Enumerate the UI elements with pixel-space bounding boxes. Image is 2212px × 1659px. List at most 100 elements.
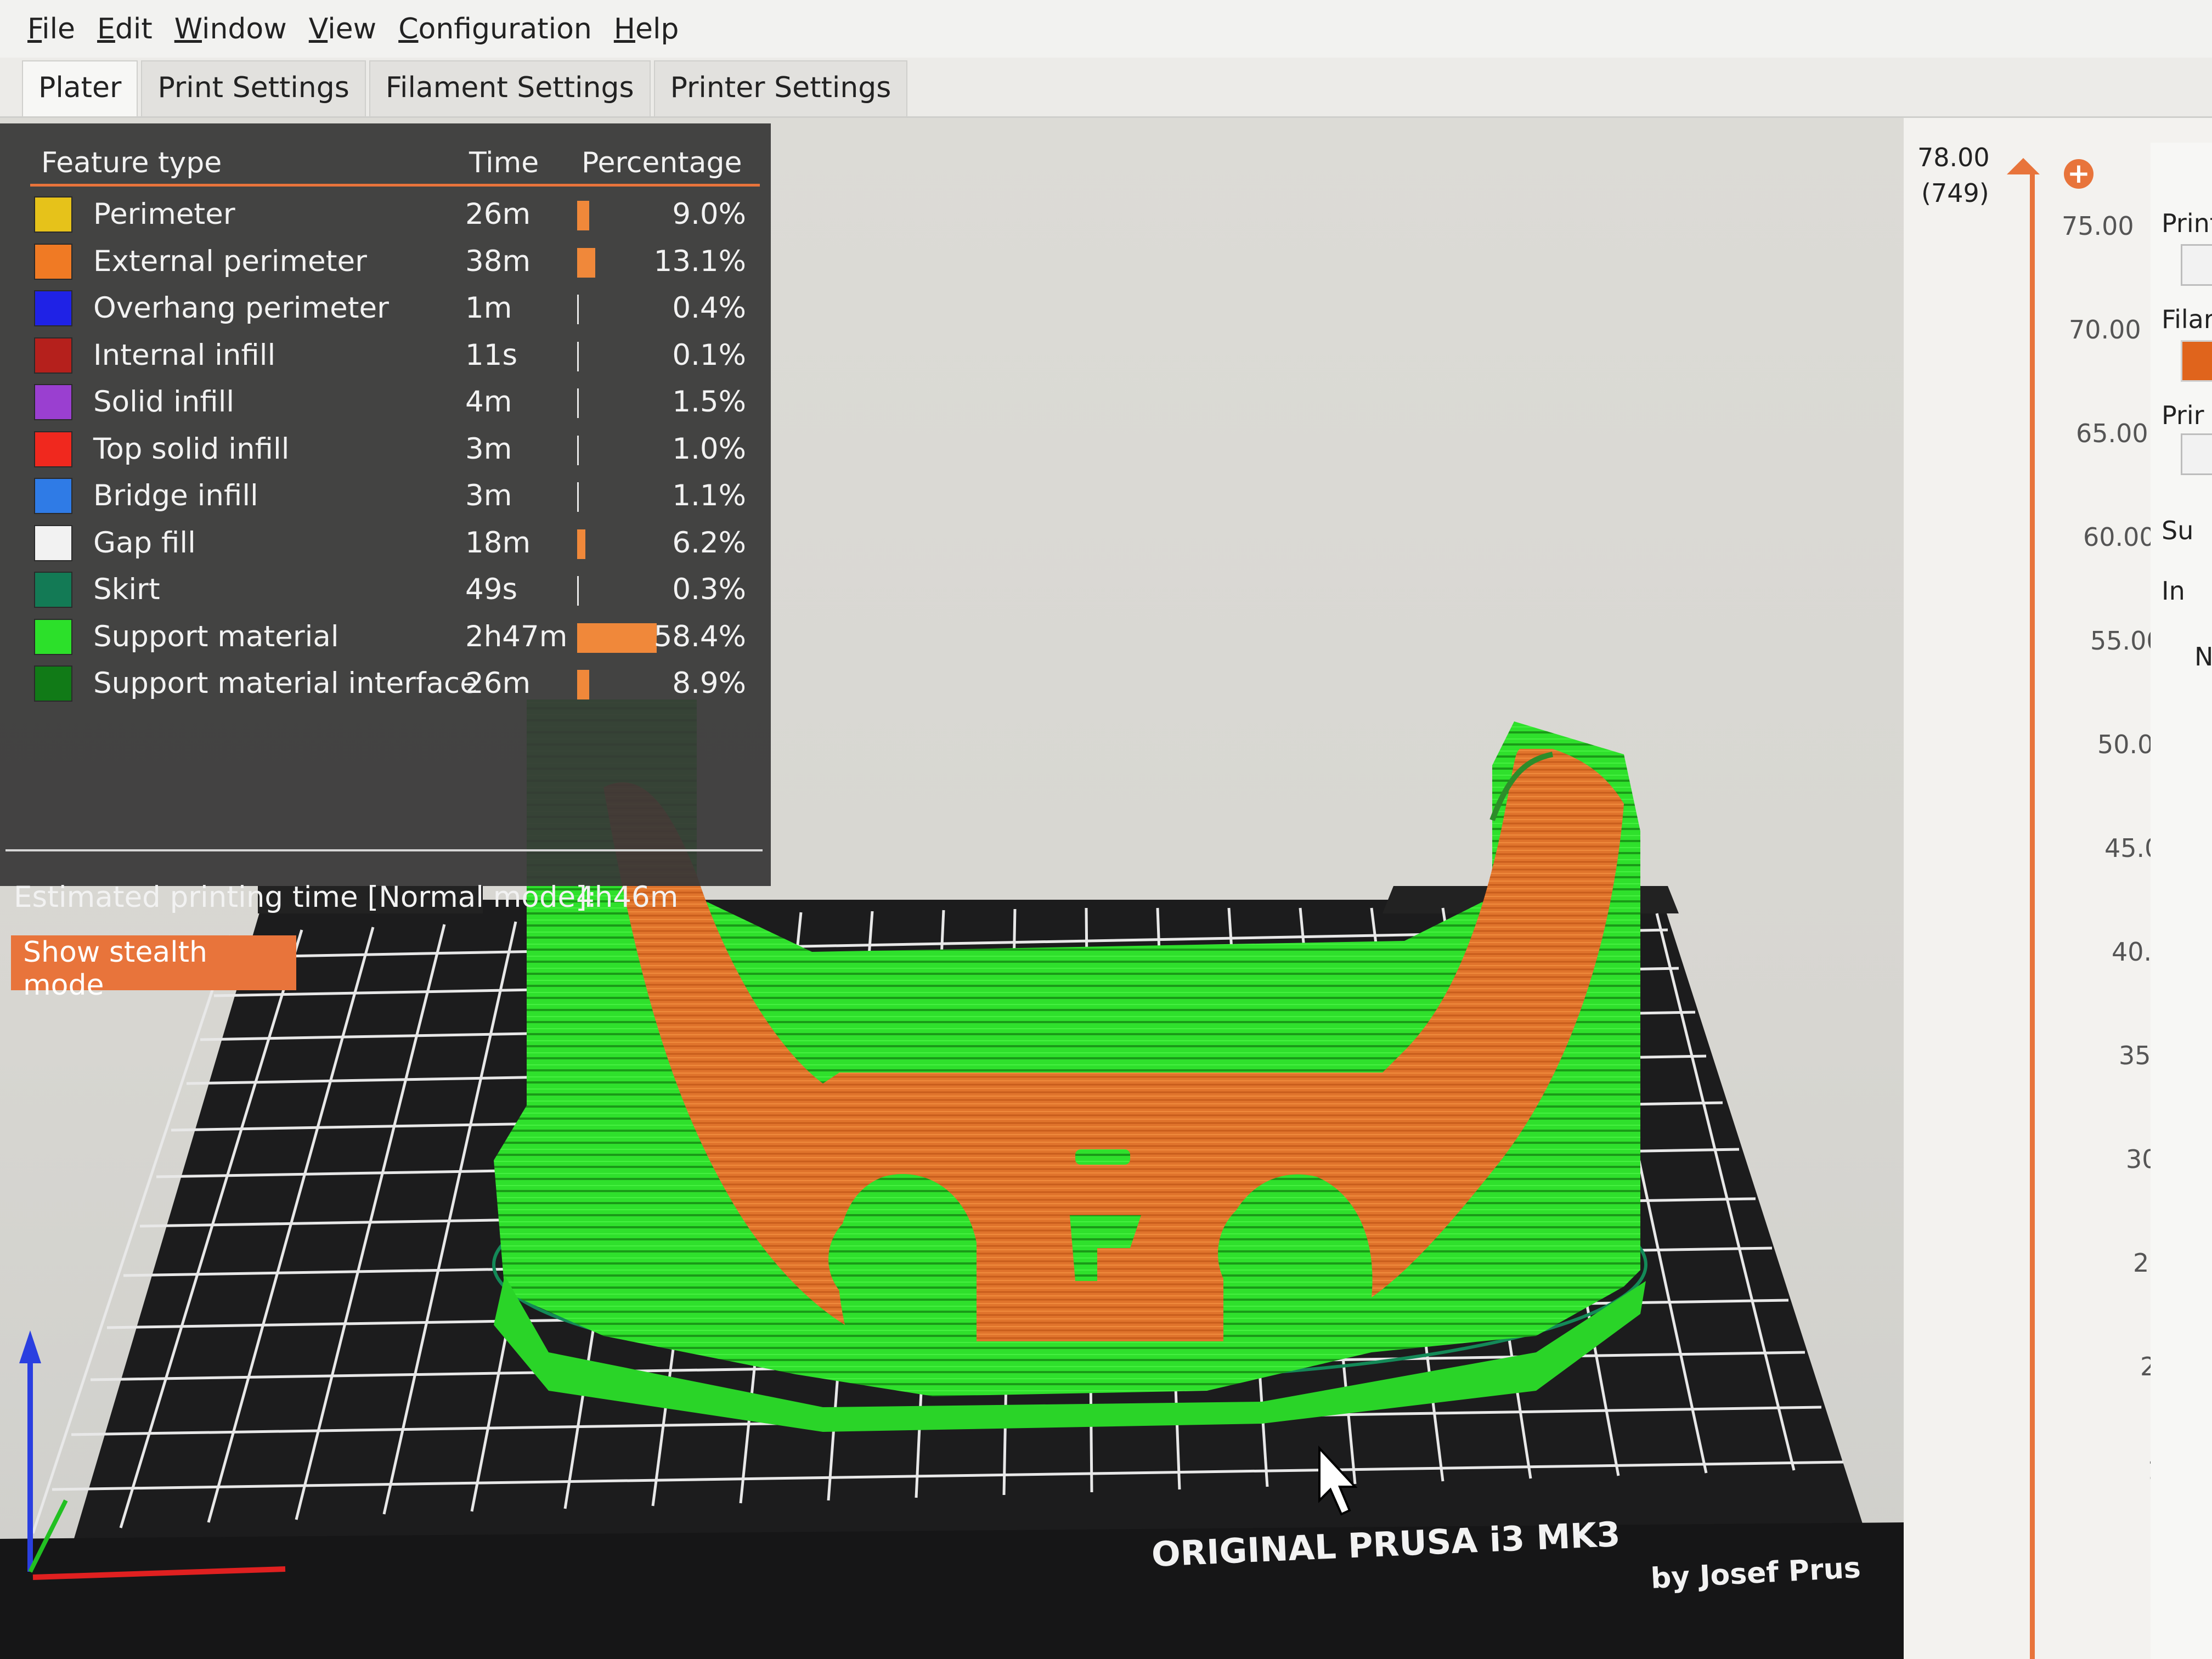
legend-percentage-bar [577, 482, 579, 512]
legend-feature-label: External perimeter [93, 244, 367, 278]
z-axis-arrowhead [19, 1330, 41, 1363]
legend-percentage-bar [577, 670, 589, 699]
legend-time-value: 2h47m [465, 619, 568, 653]
legend-row[interactable]: Support material 2h47m 58.4% [0, 614, 771, 661]
legend-row[interactable]: Solid infill 4m 1.5% [0, 380, 771, 426]
legend-time-value: 18m [465, 526, 531, 560]
legend-percentage-bar [577, 388, 579, 418]
layer-slider-thumb[interactable] [2007, 158, 2040, 174]
legend-percentage-value: 13.1% [653, 244, 746, 278]
legend-feature-label: Support material interface [93, 667, 478, 700]
menu-view[interactable]: View [309, 13, 376, 46]
legend-header-time: Time [469, 146, 539, 179]
layer-tick-label: 60.00 [2083, 522, 2155, 552]
right-sidebar: Print Filar Prir Su In N [2151, 143, 2212, 1659]
legend-color-swatch [34, 290, 72, 326]
legend-percentage-bar [577, 576, 579, 606]
tab-bar: Plater Print Settings Filament Settings … [0, 58, 2212, 118]
layer-top-height: 78.00 [1917, 143, 1990, 172]
legend-percentage-bar [577, 341, 579, 371]
estimated-time-value: 4h46m [576, 881, 679, 914]
tab-printer-settings[interactable]: Printer Settings [653, 60, 908, 116]
legend-percentage-bar [577, 623, 657, 653]
layer-slider-track[interactable] [2030, 170, 2035, 1659]
legend-color-swatch [34, 243, 72, 280]
legend-time-value: 3m [465, 432, 512, 466]
sidebar-printer-box[interactable] [2181, 433, 2212, 475]
legend-row[interactable]: Gap fill 18m 6.2% [0, 521, 771, 567]
legend-percentage-bar [577, 247, 595, 278]
legend-time-value: 3m [465, 479, 512, 512]
feature-type-legend: Feature type Time Percentage Perimeter 26… [0, 123, 771, 1002]
legend-color-swatch [34, 665, 72, 702]
legend-feature-label: Gap fill [93, 526, 196, 560]
legend-time-value: 1m [465, 291, 512, 325]
legend-percentage-bar [577, 295, 579, 324]
legend-feature-label: Perimeter [93, 198, 235, 231]
legend-color-swatch [34, 524, 72, 561]
legend-feature-label: Support material [93, 619, 339, 653]
legend-feature-label: Solid infill [93, 385, 235, 419]
legend-percentage-value: 8.9% [672, 667, 746, 700]
legend-header-feature: Feature type [41, 146, 222, 179]
legend-percentage-bar [577, 435, 579, 465]
show-stealth-mode-button[interactable]: Show stealth mode [11, 935, 296, 1002]
layer-top-index: (749) [1921, 178, 1989, 208]
legend-percentage-value: 9.0% [672, 198, 746, 231]
legend-row[interactable]: Top solid infill 3m 1.0% [0, 427, 771, 473]
menu-help[interactable]: Help [614, 13, 679, 46]
legend-color-swatch [34, 572, 72, 608]
sidebar-label-filament: Filar [2162, 304, 2212, 334]
legend-percentage-value: 1.0% [672, 432, 746, 466]
legend-time-value: 49s [465, 573, 518, 606]
legend-percentage-bar [577, 201, 589, 230]
legend-row[interactable]: Bridge infill 3m 1.1% [0, 473, 771, 520]
menu-edit[interactable]: Edit [97, 13, 153, 46]
legend-color-swatch [34, 384, 72, 420]
menu-bar: File Edit Window View Configuration Help [0, 0, 2212, 58]
legend-color-swatch [34, 337, 72, 374]
tab-filament-settings[interactable]: Filament Settings [369, 60, 651, 116]
legend-color-swatch [34, 478, 72, 514]
legend-percentage-value: 1.5% [672, 385, 746, 419]
legend-percentage-value: 6.2% [672, 526, 746, 560]
sidebar-label-infill: In [2162, 576, 2185, 606]
legend-color-swatch [34, 431, 72, 467]
legend-header: Feature type Time Percentage [30, 134, 760, 187]
tab-plater[interactable]: Plater [22, 60, 138, 116]
sidebar-filament-color-box[interactable] [2181, 340, 2212, 382]
legend-time-value: 26m [465, 198, 531, 231]
legend-percentage-value: 0.1% [672, 338, 746, 372]
legend-row[interactable]: Support material interface 26m 8.9% [0, 661, 771, 707]
legend-header-percentage: Percentage [582, 146, 742, 179]
layer-tick-label: 65.00 [2076, 419, 2148, 448]
legend-percentage-bar [577, 529, 585, 559]
legend-feature-label: Bridge infill [93, 479, 258, 512]
legend-color-swatch [34, 196, 72, 233]
legend-feature-label: Skirt [93, 573, 160, 606]
sidebar-label-supports: Su [2162, 516, 2194, 545]
sidebar-label-n: N [2194, 642, 2212, 672]
plus-circle-icon[interactable]: + [2064, 159, 2094, 189]
layer-tick-label: 75.00 [2062, 211, 2134, 241]
legend-percentage-value: 0.4% [672, 291, 746, 325]
legend-row[interactable]: Overhang perimeter 1m 0.4% [0, 286, 771, 332]
legend-feature-label: Internal infill [93, 338, 276, 372]
legend-feature-label: Top solid infill [93, 432, 290, 466]
legend-row[interactable]: Skirt 49s 0.3% [0, 567, 771, 613]
menu-file[interactable]: File [27, 13, 75, 46]
legend-time-value: 4m [465, 385, 512, 419]
legend-color-swatch [34, 618, 72, 655]
sidebar-label-printer: Prir [2162, 400, 2204, 430]
legend-row[interactable]: External perimeter 38m 13.1% [0, 239, 771, 285]
estimated-time-label: Estimated printing time [Normal mode]: [14, 881, 597, 914]
menu-window[interactable]: Window [174, 13, 287, 46]
sidebar-print-settings-box[interactable] [2181, 244, 2212, 286]
legend-row[interactable]: Internal infill 11s 0.1% [0, 333, 771, 379]
legend-row[interactable]: Perimeter 26m 9.0% [0, 192, 771, 238]
legend-time-value: 38m [465, 244, 531, 278]
legend-time-value: 26m [465, 667, 531, 700]
menu-configuration[interactable]: Configuration [398, 13, 592, 46]
legend-percentage-value: 0.3% [672, 573, 746, 606]
tab-print-settings[interactable]: Print Settings [141, 60, 366, 116]
